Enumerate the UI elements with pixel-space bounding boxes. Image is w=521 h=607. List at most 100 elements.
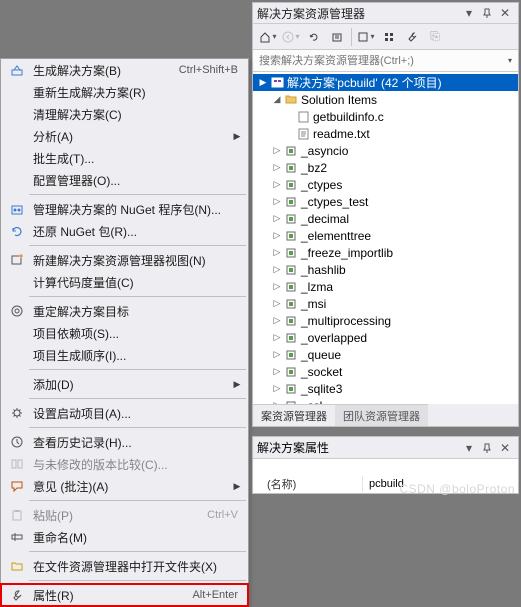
- tree-item[interactable]: ▷ _ctypes: [253, 176, 518, 193]
- menu-label: 重新生成解决方案(R): [27, 84, 242, 101]
- sync-icon[interactable]: [303, 26, 325, 48]
- dropdown-icon[interactable]: ▾: [460, 439, 478, 457]
- menu-separator: [29, 427, 246, 428]
- preview-icon[interactable]: ⎘: [424, 26, 446, 48]
- tree-item[interactable]: ◢Solution Items: [253, 91, 518, 108]
- pending-icon[interactable]: [326, 26, 348, 48]
- menu-nuget-restore[interactable]: 还原 NuGet 包(R)...: [1, 220, 248, 242]
- close-icon[interactable]: ✕: [496, 439, 514, 457]
- menu-batch[interactable]: 批生成(T)...: [1, 147, 248, 169]
- menu-open-explorer[interactable]: 在文件资源管理器中打开文件夹(X): [1, 555, 248, 577]
- c-file-icon: [295, 110, 311, 124]
- tree-item[interactable]: ▷_ssl: [253, 397, 518, 404]
- tree-item[interactable]: ▷_lzma: [253, 278, 518, 295]
- tree-item[interactable]: ▷_sqlite3: [253, 380, 518, 397]
- menu-separator: [29, 580, 246, 581]
- menu-shortcut: Ctrl+Shift+B: [179, 64, 242, 76]
- tree-item[interactable]: readme.txt: [253, 125, 518, 142]
- scope-icon[interactable]: [355, 26, 377, 48]
- project-icon: [283, 144, 299, 158]
- menu-shortcut: Ctrl+V: [207, 509, 242, 521]
- tree-item[interactable]: ▷_msi: [253, 295, 518, 312]
- project-icon: [283, 331, 299, 345]
- expand-icon[interactable]: ▷: [271, 349, 283, 360]
- expand-icon[interactable]: ◢: [271, 94, 283, 105]
- tab-solution-explorer[interactable]: 案资源管理器: [253, 404, 335, 426]
- menu-analyze[interactable]: 分析(A) ▶: [1, 125, 248, 147]
- menu-rebuild[interactable]: 重新生成解决方案(R): [1, 81, 248, 103]
- home-icon[interactable]: [257, 26, 279, 48]
- close-icon[interactable]: ✕: [496, 4, 514, 22]
- folder-open-icon: [7, 558, 27, 574]
- menu-feedback[interactable]: 意见 (批注)(A) ▶: [1, 475, 248, 497]
- menu-paste[interactable]: 粘贴(P) Ctrl+V: [1, 504, 248, 526]
- tree-item[interactable]: ▷_socket: [253, 363, 518, 380]
- tree-root[interactable]: ▶ 解决方案'pcbuild' (42 个项目): [253, 74, 518, 91]
- expand-icon[interactable]: ▷: [271, 366, 283, 377]
- expand-icon[interactable]: ▷: [271, 247, 283, 258]
- tree-item[interactable]: ▷_asyncio: [253, 142, 518, 159]
- restore-icon: [7, 223, 27, 239]
- expand-icon[interactable]: ▷: [271, 332, 283, 343]
- menu-separator: [29, 296, 246, 297]
- solution-tree[interactable]: ▶ 解决方案'pcbuild' (42 个项目) ◢Solution Items…: [253, 72, 518, 404]
- menu-compare[interactable]: 与未修改的版本比较(C)...: [1, 453, 248, 475]
- back-icon[interactable]: [280, 26, 302, 48]
- gear-icon: [7, 405, 27, 421]
- expand-icon[interactable]: ▷: [271, 213, 283, 224]
- menu-clean[interactable]: 清理解决方案(C): [1, 103, 248, 125]
- menu-label: 生成解决方案(B): [27, 62, 179, 79]
- tree-item[interactable]: getbuildinfo.c: [253, 108, 518, 125]
- menu-new-view[interactable]: 新建解决方案资源管理器视图(N): [1, 249, 248, 271]
- menu-nuget-manage[interactable]: 管理解决方案的 NuGet 程序包(N)...: [1, 198, 248, 220]
- expand-icon[interactable]: ▷: [271, 196, 283, 207]
- tree-item[interactable]: ▷_freeze_importlib: [253, 244, 518, 261]
- expand-icon[interactable]: ▷: [271, 383, 283, 394]
- menu-history[interactable]: 查看历史记录(H)...: [1, 431, 248, 453]
- tree-item[interactable]: ▷_hashlib: [253, 261, 518, 278]
- expand-icon[interactable]: ▶: [257, 77, 269, 88]
- expand-icon[interactable]: ▷: [271, 162, 283, 173]
- search-dropdown-icon[interactable]: ▾: [502, 56, 518, 65]
- menu-rename[interactable]: 重命名(M): [1, 526, 248, 548]
- menu-add[interactable]: 添加(D) ▶: [1, 373, 248, 395]
- menu-separator: [29, 369, 246, 370]
- menu-code-metrics[interactable]: 计算代码度量值(C): [1, 271, 248, 293]
- properties-icon[interactable]: [401, 26, 423, 48]
- menu-separator: [29, 194, 246, 195]
- expand-icon[interactable]: ▷: [271, 179, 283, 190]
- tree-item[interactable]: ▷_elementtree: [253, 227, 518, 244]
- search-input[interactable]: [253, 55, 502, 67]
- tree-item[interactable]: ▷_ctypes_test: [253, 193, 518, 210]
- pin-icon[interactable]: [478, 439, 496, 457]
- menu-order[interactable]: 项目生成顺序(I)...: [1, 344, 248, 366]
- expand-icon[interactable]: ▷: [271, 281, 283, 292]
- expand-icon[interactable]: ▷: [271, 298, 283, 309]
- dropdown-icon[interactable]: ▾: [460, 4, 478, 22]
- tree-item[interactable]: ▷_overlapped: [253, 329, 518, 346]
- build-icon: [7, 62, 27, 78]
- pin-icon[interactable]: [478, 4, 496, 22]
- menu-retarget[interactable]: 重定解决方案目标: [1, 300, 248, 322]
- props-row[interactable]: (名称) pcbuild: [253, 475, 518, 493]
- expand-icon[interactable]: ▷: [271, 264, 283, 275]
- tree-item[interactable]: ▷_decimal: [253, 210, 518, 227]
- menu-properties[interactable]: 属性(R) Alt+Enter: [1, 584, 248, 606]
- menu-deps[interactable]: 项目依赖项(S)...: [1, 322, 248, 344]
- tab-team-explorer[interactable]: 团队资源管理器: [335, 404, 428, 426]
- menu-startup[interactable]: 设置启动项目(A)...: [1, 402, 248, 424]
- tree-item[interactable]: ▷_multiprocessing: [253, 312, 518, 329]
- tree-label: _ctypes: [299, 178, 342, 192]
- expand-icon[interactable]: ▷: [271, 230, 283, 241]
- show-all-icon[interactable]: [378, 26, 400, 48]
- menu-config[interactable]: 配置管理器(O)...: [1, 169, 248, 191]
- tree-item[interactable]: ▷ _queue: [253, 346, 518, 363]
- tree-label: _queue: [299, 348, 341, 362]
- menu-label: 添加(D): [27, 376, 232, 393]
- menu-build[interactable]: 生成解决方案(B) Ctrl+Shift+B: [1, 59, 248, 81]
- menu-label: 查看历史记录(H)...: [27, 434, 242, 451]
- wrench-icon: [7, 587, 27, 603]
- expand-icon[interactable]: ▷: [271, 315, 283, 326]
- expand-icon[interactable]: ▷: [271, 145, 283, 156]
- tree-item[interactable]: ▷_bz2: [253, 159, 518, 176]
